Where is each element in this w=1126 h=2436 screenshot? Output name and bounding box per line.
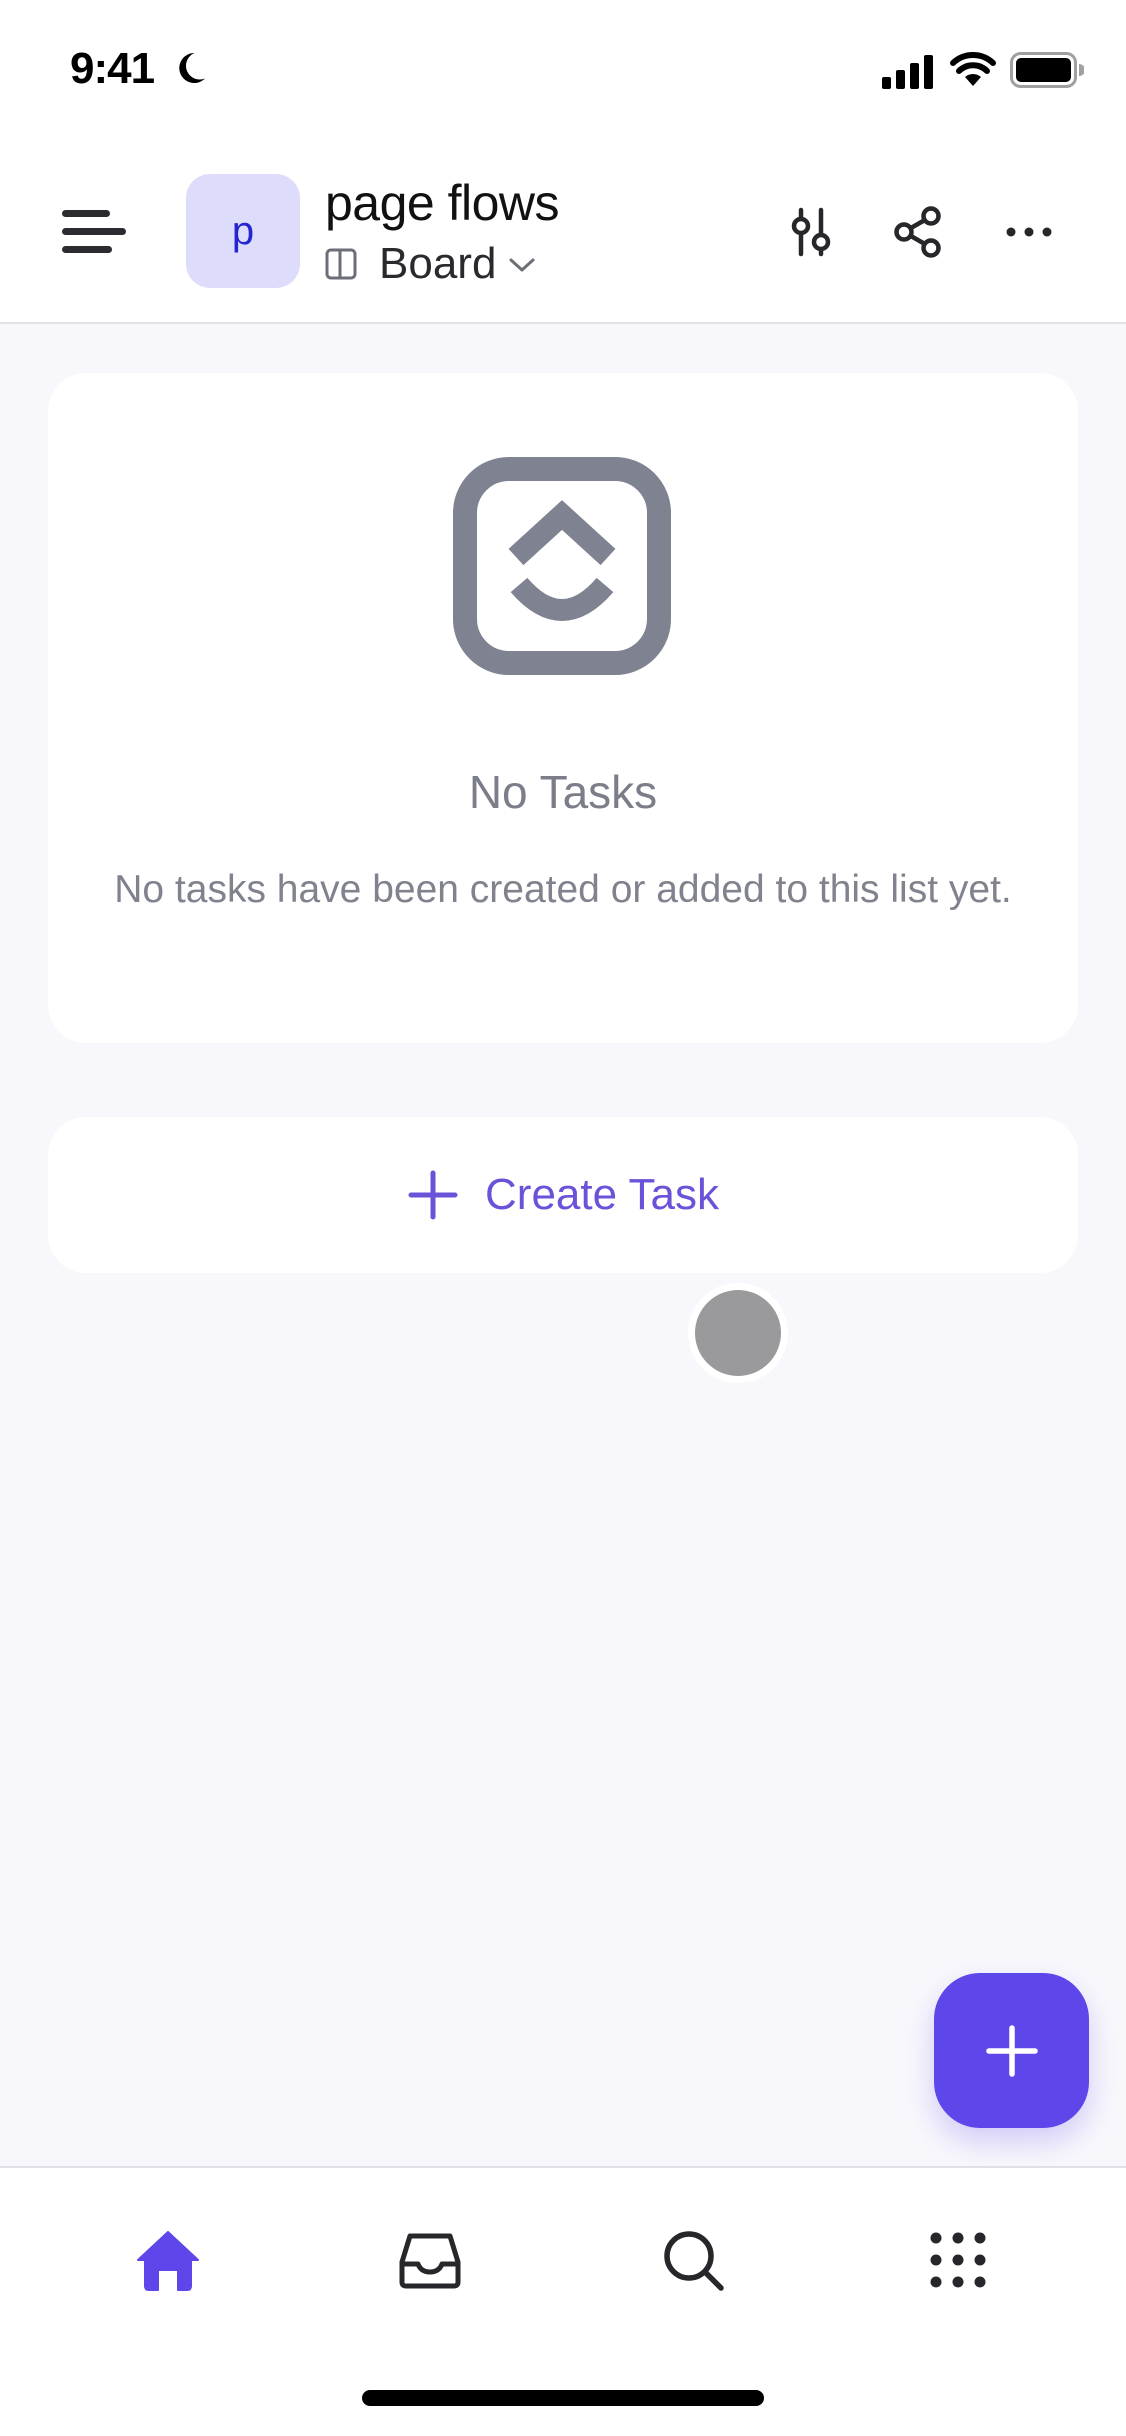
tab-inbox[interactable]: [382, 2212, 478, 2308]
moon-icon: [179, 52, 205, 83]
share-icon: [894, 206, 941, 258]
status-time: 9:41: [70, 44, 155, 93]
add-fab-button[interactable]: [934, 1973, 1089, 2128]
apps-grid-icon: [930, 2232, 986, 2288]
empty-state-card: No Tasks No tasks have been created or a…: [48, 373, 1078, 1043]
status-bar: 9:41: [0, 0, 1126, 140]
touch-indicator: [688, 1283, 788, 1383]
plus-icon: [985, 2024, 1038, 2077]
cellular-signal-icon: [882, 55, 933, 89]
view-switcher[interactable]: Board: [325, 234, 536, 294]
clickup-logo-icon: [453, 457, 671, 675]
space-avatar[interactable]: p: [186, 174, 300, 288]
hamburger-menu-icon[interactable]: [58, 206, 130, 258]
filter-button[interactable]: [775, 196, 847, 268]
home-icon: [137, 2231, 199, 2291]
share-button[interactable]: [882, 196, 954, 268]
empty-state-title: No Tasks: [468, 766, 658, 818]
inbox-icon: [399, 2233, 461, 2289]
create-task-label: Create Task: [485, 1170, 719, 1219]
battery-icon: [1010, 52, 1084, 88]
space-avatar-letter: p: [231, 208, 255, 253]
plus-icon: [408, 1170, 458, 1220]
more-horizontal-icon: [1006, 227, 1052, 237]
board-view-icon: [325, 248, 357, 280]
home-indicator: [362, 2390, 764, 2406]
touch-indicator-dot: [695, 1290, 781, 1376]
chevron-down-icon: [509, 258, 535, 272]
view-label: Board: [379, 239, 497, 288]
list-title: page flows: [325, 175, 560, 231]
tab-more[interactable]: [910, 2212, 1006, 2308]
search-icon: [664, 2231, 724, 2291]
sliders-icon: [791, 207, 831, 257]
more-options-button[interactable]: [993, 196, 1065, 268]
list-header: p page flows Board: [0, 140, 1126, 324]
create-task-button[interactable]: Create Task: [48, 1117, 1078, 1273]
tab-search[interactable]: [645, 2212, 741, 2308]
wifi-icon: [950, 52, 996, 86]
empty-state-description: No tasks have been created or added to t…: [114, 868, 1012, 911]
tab-home[interactable]: [120, 2212, 216, 2308]
